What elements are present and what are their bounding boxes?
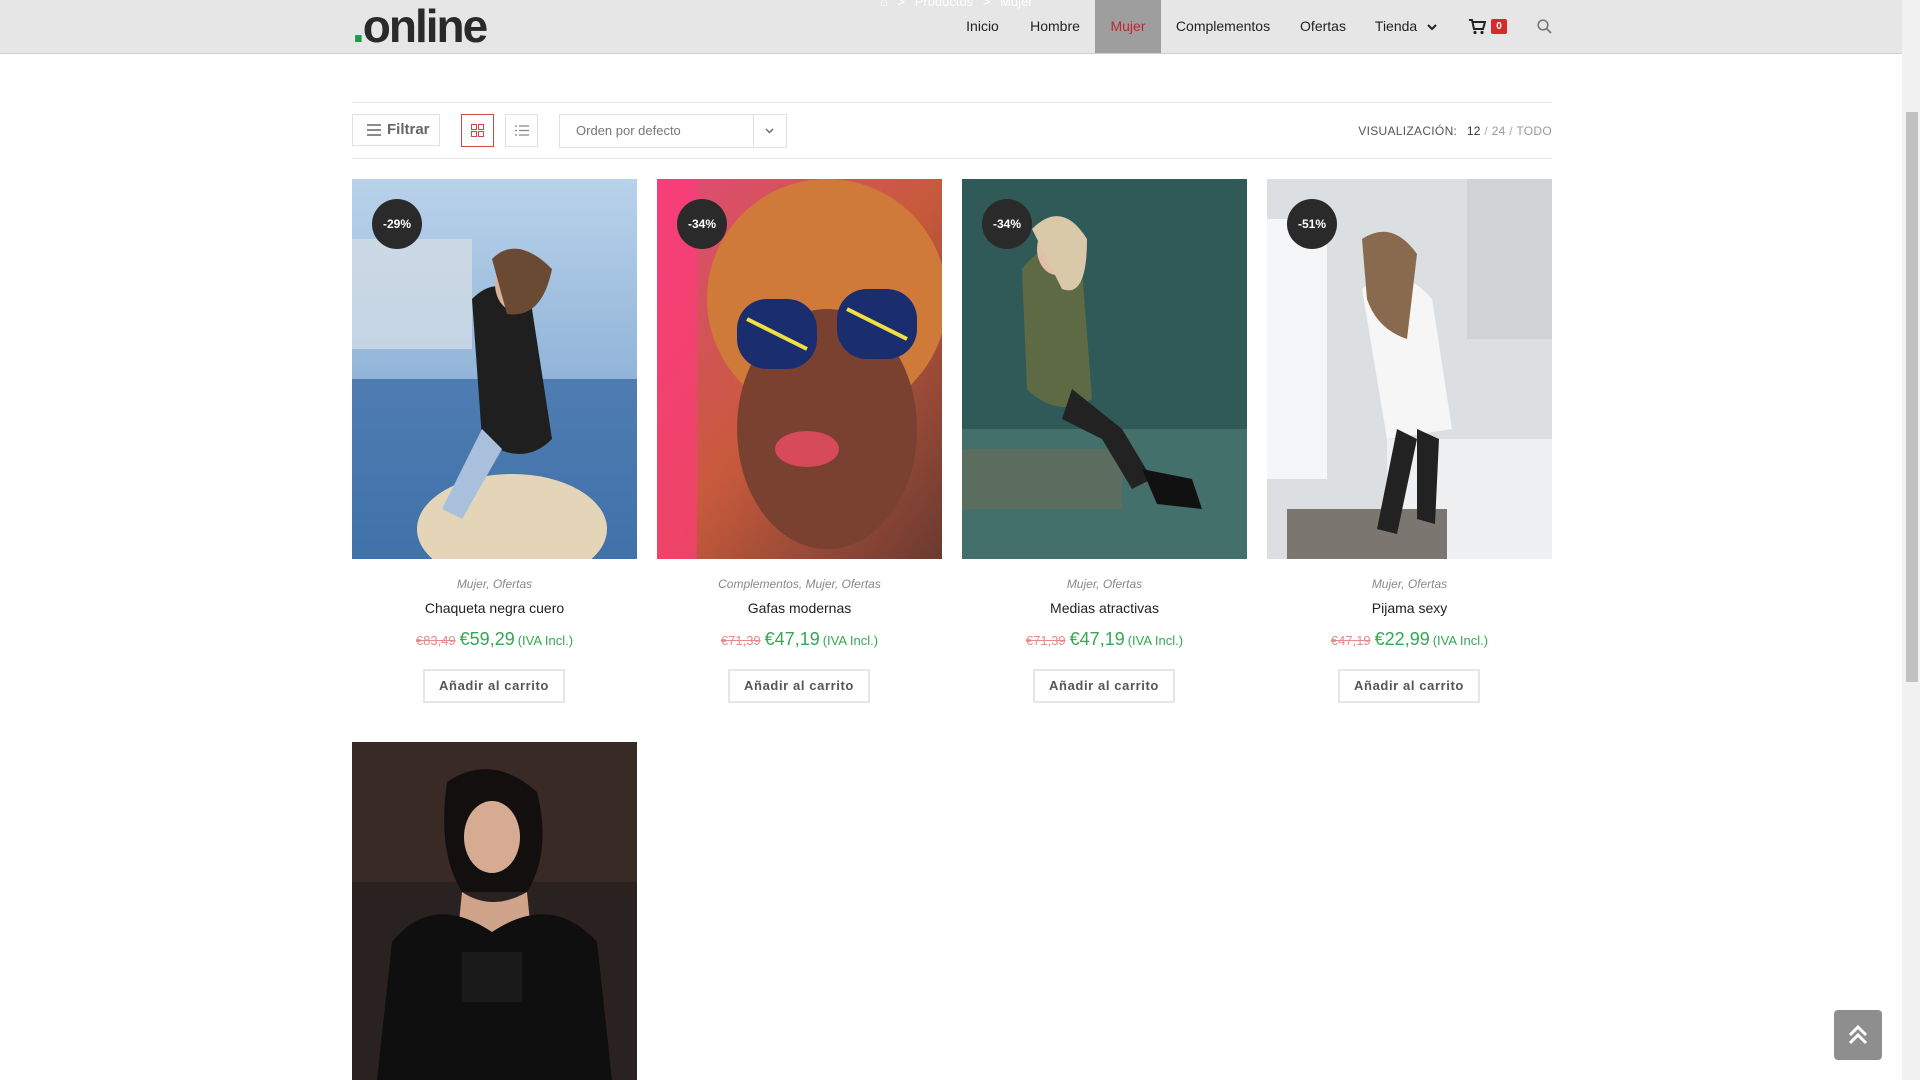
nav-item-tienda[interactable]: Tienda — [1372, 0, 1440, 53]
grid-view-button[interactable] — [461, 114, 494, 147]
product-card: -34% Mujer, Ofertas Medias atractivas €7… — [962, 179, 1247, 709]
scrollbar-thumb[interactable] — [1906, 112, 1918, 682]
add-to-cart-button[interactable]: Añadir al carrito — [1033, 669, 1175, 703]
per-page-12[interactable]: 12 — [1467, 124, 1481, 138]
discount-badge: -29% — [372, 199, 422, 249]
product-card: -51% Mujer, Ofertas Pijama sexy €47,19 €2… — [1267, 179, 1552, 709]
double-chevron-up-icon — [1848, 1024, 1868, 1045]
old-price: €83,49 — [415, 633, 456, 648]
add-to-cart-button[interactable]: Añadir al carrito — [423, 669, 565, 703]
product-card: -34% Complementos, Mujer, Ofertas Gafas … — [657, 179, 942, 709]
sale-price: €47,19 — [1069, 629, 1125, 649]
chevron-down-icon — [1427, 24, 1437, 31]
toolbar-divider-top — [352, 102, 1552, 103]
old-price: €71,39 — [720, 633, 761, 648]
product-card: -29% Mujer, Ofertas Chaqueta negra cuero… — [352, 179, 637, 709]
product-title[interactable]: Gafas modernas — [657, 600, 942, 616]
sale-price: €59,29 — [459, 629, 515, 649]
list-icon — [515, 125, 529, 136]
add-to-cart-button[interactable]: Añadir al carrito — [728, 669, 870, 703]
grid-icon — [471, 124, 484, 137]
discount-badge: -51% — [1287, 199, 1337, 249]
discount-badge: -34% — [982, 199, 1032, 249]
per-page-todo[interactable]: TODO — [1516, 124, 1552, 138]
product-image[interactable] — [352, 742, 637, 1080]
nav-item-ofertas[interactable]: Ofertas — [1290, 0, 1356, 53]
product-categories[interactable]: Mujer, Ofertas — [352, 577, 637, 591]
product-title[interactable]: Chaqueta negra cuero — [352, 600, 637, 616]
product-price: €71,39 €47,19 (IVA Incl.) — [962, 629, 1247, 650]
sale-price: €22,99 — [1374, 629, 1430, 649]
product-categories[interactable]: Mujer, Ofertas — [962, 577, 1247, 591]
product-card — [352, 742, 637, 1080]
tax-note: (IVA Incl.) — [517, 633, 574, 648]
site-header: .online ⌂ > Productos > Mujer Inicio Hom… — [0, 0, 1902, 54]
home-icon[interactable]: ⌂ — [880, 0, 888, 9]
chevron-down-icon — [765, 128, 774, 134]
product-title[interactable]: Pijama sexy — [1267, 600, 1552, 616]
tax-note: (IVA Incl.) — [822, 633, 879, 648]
filter-button[interactable]: Filtrar — [352, 114, 440, 146]
old-price: €47,19 — [1330, 633, 1371, 648]
nav-item-mujer[interactable]: Mujer — [1095, 0, 1161, 53]
product-price: €71,39 €47,19 (IVA Incl.) — [657, 629, 942, 650]
per-page-24[interactable]: 24 — [1492, 124, 1506, 138]
nav-item-inicio[interactable]: Inicio — [955, 0, 1010, 53]
product-price: €47,19 €22,99 (IVA Incl.) — [1267, 629, 1552, 650]
sale-price: €47,19 — [764, 629, 820, 649]
toolbar-divider-bottom — [352, 158, 1552, 159]
search-icon[interactable] — [1537, 19, 1552, 39]
per-page-selector: VISUALIZACIÓN: 12 / 24 / TODO — [1358, 124, 1552, 138]
cart-icon — [1469, 19, 1487, 35]
tax-note: (IVA Incl.) — [1432, 633, 1489, 648]
product-categories[interactable]: Mujer, Ofertas — [1267, 577, 1552, 591]
list-view-button[interactable] — [505, 114, 538, 147]
product-price: €83,49 €59,29 (IVA Incl.) — [352, 629, 637, 650]
back-to-top-button[interactable] — [1834, 1010, 1882, 1060]
product-categories[interactable]: Complementos, Mujer, Ofertas — [657, 577, 942, 591]
discount-badge: -34% — [677, 199, 727, 249]
site-logo[interactable]: .online — [352, 2, 488, 50]
tax-note: (IVA Incl.) — [1127, 633, 1184, 648]
nav-item-complementos[interactable]: Complementos — [1170, 0, 1276, 53]
cart-count-badge: 0 — [1491, 19, 1507, 34]
add-to-cart-button[interactable]: Añadir al carrito — [1338, 669, 1480, 703]
product-title[interactable]: Medias atractivas — [962, 600, 1247, 616]
old-price: €71,39 — [1025, 633, 1066, 648]
menu-icon — [367, 124, 381, 136]
nav-item-hombre[interactable]: Hombre — [1022, 0, 1088, 53]
sort-select[interactable]: Orden por defecto — [559, 114, 787, 148]
